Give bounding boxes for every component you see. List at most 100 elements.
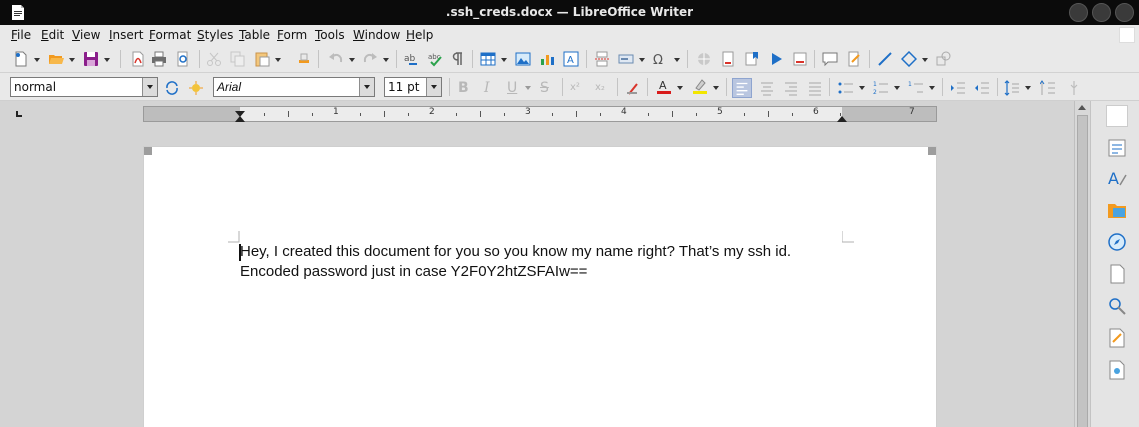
basic-shapes-icon[interactable]: [901, 51, 917, 67]
paste-icon[interactable]: [254, 51, 270, 67]
spelling-icon[interactable]: abc: [427, 51, 443, 67]
undo-dropdown[interactable]: [349, 58, 355, 62]
line-spacing-dropdown[interactable]: [1025, 86, 1031, 90]
menu-help[interactable]: Help: [406, 28, 433, 42]
subscript-button[interactable]: x₂: [595, 82, 605, 93]
undo-icon[interactable]: [328, 51, 344, 67]
paragraph-style-combo[interactable]: normal: [10, 77, 158, 97]
gallery-icon[interactable]: [1106, 199, 1128, 221]
print-icon[interactable]: [151, 51, 167, 67]
insert-page-break-icon[interactable]: [594, 51, 610, 67]
align-left-icon[interactable]: [732, 78, 752, 98]
close-window-button[interactable]: [1115, 3, 1134, 22]
menu-table[interactable]: Table: [239, 28, 270, 42]
underline-button[interactable]: U: [507, 80, 517, 96]
font-name-combo[interactable]: Arial: [213, 77, 375, 97]
new-document-icon[interactable]: [13, 51, 29, 67]
paragraph-style-dropdown[interactable]: [142, 78, 157, 96]
paragraph-line-1[interactable]: Hey, I created this document for you so …: [240, 242, 800, 262]
bold-button[interactable]: B: [458, 80, 469, 96]
copy-icon[interactable]: [230, 51, 246, 67]
ordered-list-icon[interactable]: 12: [873, 80, 889, 96]
font-size-combo[interactable]: 11 pt: [384, 77, 442, 97]
menu-file[interactable]: File: [11, 28, 31, 42]
document-page[interactable]: Hey, I created this document for you so …: [143, 146, 937, 427]
style-inspector-icon[interactable]: [1106, 295, 1128, 317]
redo-icon[interactable]: [362, 51, 378, 67]
minimize-button[interactable]: [1069, 3, 1088, 22]
navigator-icon[interactable]: [1106, 231, 1128, 253]
italic-button[interactable]: I: [484, 80, 490, 96]
ordered-list-dropdown[interactable]: [894, 86, 900, 90]
formatting-marks-icon[interactable]: [449, 51, 465, 67]
outline-dropdown[interactable]: [929, 86, 935, 90]
cross-reference-icon[interactable]: [769, 51, 785, 67]
menu-window[interactable]: Window: [353, 28, 400, 42]
redo-dropdown[interactable]: [383, 58, 389, 62]
document-body[interactable]: Hey, I created this document for you so …: [240, 242, 800, 282]
maximize-button[interactable]: [1092, 3, 1111, 22]
line-spacing-icon[interactable]: [1004, 80, 1020, 96]
hyperlink-icon[interactable]: [696, 51, 712, 67]
decrease-paragraph-spacing-icon[interactable]: [1066, 80, 1082, 96]
insert-image-icon[interactable]: [515, 51, 531, 67]
page-icon[interactable]: [1106, 263, 1128, 285]
special-character-dropdown[interactable]: [674, 58, 680, 62]
highlight-dropdown[interactable]: [713, 86, 719, 90]
highlight-color-icon[interactable]: [692, 78, 708, 94]
font-color-icon[interactable]: A: [656, 78, 672, 94]
horizontal-ruler[interactable]: 1 2 3 4 5 6 7: [143, 106, 937, 122]
left-indent-marker[interactable]: [235, 116, 245, 122]
find-replace-icon[interactable]: ab: [403, 51, 419, 67]
menu-view[interactable]: View: [72, 28, 100, 42]
draw-functions-icon[interactable]: [935, 51, 951, 67]
open-folder-icon[interactable]: [48, 51, 64, 67]
update-style-icon[interactable]: [164, 80, 180, 96]
print-preview-icon[interactable]: [175, 51, 191, 67]
tab-stop-selector-icon[interactable]: [16, 111, 22, 117]
insert-comment-icon[interactable]: [822, 51, 838, 67]
export-pdf-icon[interactable]: [130, 51, 146, 67]
font-name-dropdown[interactable]: [359, 78, 374, 96]
outline-format-icon[interactable]: 1: [908, 80, 924, 96]
menu-format[interactable]: Format: [149, 28, 191, 42]
insert-caption-icon[interactable]: [792, 51, 808, 67]
menu-styles[interactable]: Styles: [197, 28, 233, 42]
vertical-scrollbar[interactable]: [1074, 101, 1090, 427]
design-icon[interactable]: [1106, 359, 1128, 381]
align-right-icon[interactable]: [783, 80, 799, 96]
unordered-list-dropdown[interactable]: [859, 86, 865, 90]
cut-icon[interactable]: [206, 51, 222, 67]
sidebar-menu-button[interactable]: [1106, 105, 1128, 127]
field-dropdown[interactable]: [639, 58, 645, 62]
insert-textbox-icon[interactable]: A: [563, 51, 579, 67]
paste-dropdown[interactable]: [275, 58, 281, 62]
justify-icon[interactable]: [807, 80, 823, 96]
footnote-icon[interactable]: [720, 51, 736, 67]
shapes-dropdown[interactable]: [922, 58, 928, 62]
insert-field-icon[interactable]: [618, 51, 634, 67]
menu-insert[interactable]: Insert: [109, 28, 143, 42]
new-dropdown[interactable]: [34, 58, 40, 62]
paragraph-line-2[interactable]: Encoded password just in case Y2F0Y2htZS…: [240, 262, 800, 282]
increase-paragraph-spacing-icon[interactable]: [1040, 80, 1056, 96]
unordered-list-icon[interactable]: [838, 80, 854, 96]
right-indent-marker[interactable]: [837, 116, 847, 122]
track-changes-icon[interactable]: [846, 51, 862, 67]
strikethrough-button[interactable]: S: [540, 80, 549, 96]
menu-edit[interactable]: Edit: [41, 28, 64, 42]
scroll-up-arrow-icon[interactable]: [1078, 105, 1086, 110]
insert-line-icon[interactable]: [877, 51, 893, 67]
decrease-indent-icon[interactable]: [974, 80, 990, 96]
menu-tools[interactable]: Tools: [315, 28, 345, 42]
clone-formatting-icon[interactable]: [296, 51, 312, 67]
manage-changes-icon[interactable]: [1106, 327, 1128, 349]
font-color-dropdown[interactable]: [677, 86, 683, 90]
insert-table-icon[interactable]: [480, 51, 496, 67]
underline-dropdown[interactable]: [525, 86, 531, 90]
clear-formatting-icon[interactable]: [625, 80, 641, 96]
close-document-icon[interactable]: [1119, 27, 1135, 43]
styles-icon[interactable]: A: [1106, 167, 1128, 189]
save-icon[interactable]: [83, 51, 99, 67]
open-dropdown[interactable]: [69, 58, 75, 62]
